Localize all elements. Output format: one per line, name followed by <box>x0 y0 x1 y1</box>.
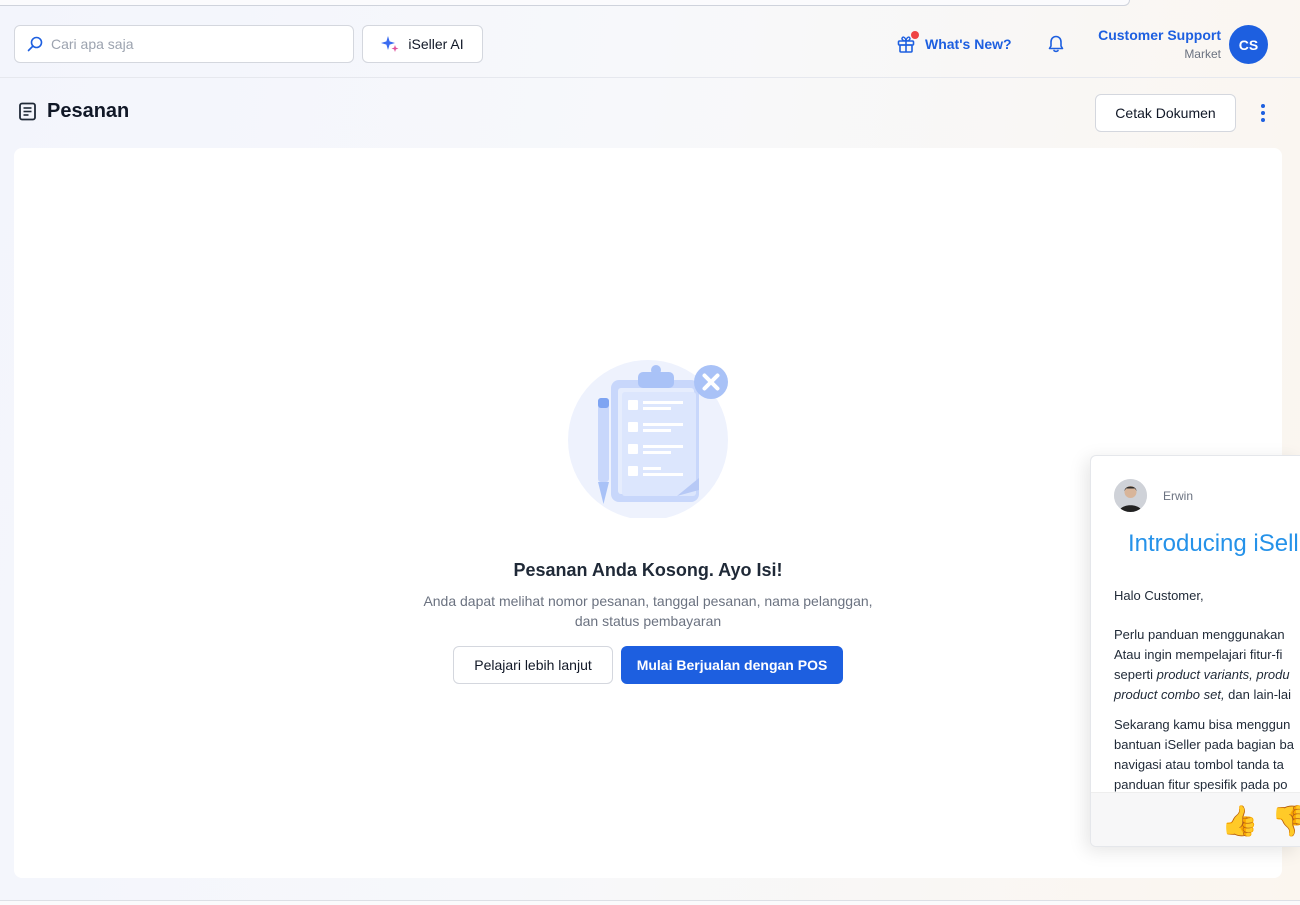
chat-line: navigasi atau tombol tanda ta <box>1114 757 1284 772</box>
thumbs-up-icon[interactable]: 👍 <box>1221 805 1258 839</box>
search-input[interactable] <box>51 36 331 52</box>
agent-name: Erwin <box>1163 489 1194 503</box>
document-list-icon <box>19 102 36 121</box>
avatar[interactable]: CS <box>1229 25 1268 64</box>
empty-clipboard-illustration <box>568 360 728 518</box>
chat-line: seperti <box>1114 667 1157 682</box>
chat-italic: product variants, produ <box>1156 667 1290 682</box>
chat-line: panduan fitur spesifik pada po <box>1114 777 1288 792</box>
chat-line: bantuan iSeller pada bagian ba <box>1114 737 1294 752</box>
iseller-ai-button[interactable]: iSeller AI <box>362 25 483 63</box>
iseller-ai-label: iSeller AI <box>408 36 464 52</box>
start-selling-pos-button[interactable]: Mulai Berjualan dengan POS <box>621 646 843 684</box>
user-name[interactable]: Customer Support <box>1098 27 1221 43</box>
desc-line-2: dan status pembayaran <box>574 613 722 629</box>
chat-line: Perlu panduan menggunakan <box>1114 627 1285 642</box>
bell-icon[interactable] <box>1046 34 1066 54</box>
print-document-button[interactable]: Cetak Dokumen <box>1095 94 1236 132</box>
gift-icon <box>896 31 919 54</box>
agent-avatar <box>1114 479 1147 512</box>
desc-line-1: Anda dapat melihat nomor pesanan, tangga… <box>423 593 873 609</box>
empty-state-description: Anda dapat melihat nomor pesanan, tangga… <box>398 591 898 631</box>
search-box[interactable] <box>14 25 354 63</box>
chat-title: Introducing iSell <box>1128 530 1299 557</box>
bottom-edge <box>0 900 1300 905</box>
user-store: Market <box>1184 47 1221 61</box>
chat-reaction-bar: 👍 👎 <box>1091 792 1300 846</box>
chat-greeting: Halo Customer, <box>1114 588 1204 603</box>
chat-line: dan lain-lai <box>1224 687 1292 702</box>
page-title-row: Pesanan <box>18 100 129 123</box>
chat-line: Sekarang kamu bisa menggun <box>1114 717 1291 732</box>
sparkle-icon <box>381 36 399 52</box>
search-icon <box>27 36 43 52</box>
top-header: iSeller AI What's New? Customer Support … <box>0 6 1300 78</box>
chat-message-body: Halo Customer, Perlu panduan menggunakan… <box>1114 586 1300 805</box>
notification-dot <box>911 31 919 39</box>
page-title: Pesanan <box>47 100 130 122</box>
learn-more-button[interactable]: Pelajari lebih lanjut <box>453 646 613 684</box>
chat-paragraph: Perlu panduan menggunakan Atau ingin mem… <box>1114 625 1300 705</box>
chat-italic: product combo set, <box>1114 687 1225 702</box>
chat-paragraph: Sekarang kamu bisa menggun bantuan iSell… <box>1114 715 1300 795</box>
thumbs-down-icon[interactable]: 👎 <box>1271 805 1300 839</box>
whats-new-link[interactable]: What's New? <box>896 31 1012 54</box>
chat-popup[interactable]: Erwin Introducing iSell Halo Customer, P… <box>1090 455 1300 847</box>
chat-line: Atau ingin mempelajari fitur-fi <box>1114 647 1283 662</box>
whats-new-label: What's New? <box>925 36 1012 52</box>
more-options-icon[interactable] <box>1253 102 1273 124</box>
